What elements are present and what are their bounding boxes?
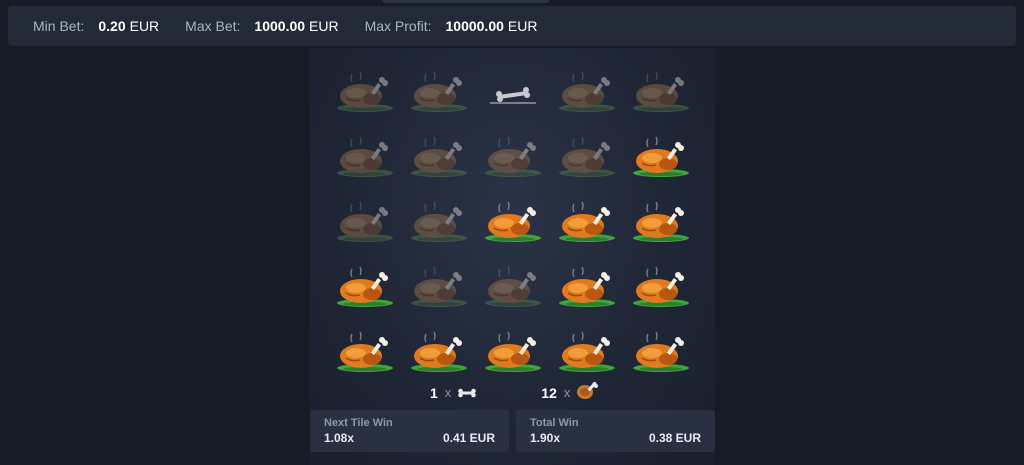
next-tile-win-card: Next Tile Win 1.08x 0.41 EUR bbox=[310, 410, 509, 452]
bet-limits-bar: Min Bet: 0.20 EUR Max Bet: 1000.00 EUR Max… bbox=[8, 6, 1016, 46]
chicken-icon bbox=[408, 133, 470, 179]
chicken-icon bbox=[334, 68, 396, 114]
game-board bbox=[328, 58, 697, 372]
next-tile-amount: 0.41 EUR bbox=[442, 431, 495, 445]
board-tile[interactable] bbox=[476, 318, 549, 383]
board-tile[interactable] bbox=[550, 188, 623, 253]
board-tile[interactable] bbox=[624, 253, 697, 318]
chicken-icon bbox=[556, 198, 618, 244]
chicken-icon bbox=[334, 328, 396, 374]
chicken-count-x: x bbox=[563, 385, 571, 400]
chicken-icon bbox=[408, 263, 470, 309]
board-tile[interactable] bbox=[402, 123, 475, 188]
min-bet: Min Bet: 0.20 EUR bbox=[33, 18, 159, 34]
board-tile[interactable] bbox=[402, 253, 475, 318]
bone-count: 1 bbox=[430, 384, 438, 401]
chicken-icon bbox=[334, 133, 396, 179]
bone-count-x: x bbox=[444, 385, 452, 400]
chicken-icon bbox=[482, 198, 544, 244]
total-win-multiplier: 1.90x bbox=[530, 431, 561, 445]
max-bet-value: 1000.00 bbox=[254, 18, 306, 34]
chicken-count: 12 bbox=[541, 384, 557, 401]
chicken-icon bbox=[630, 133, 692, 179]
max-profit-currency: EUR bbox=[507, 18, 538, 34]
board-tile[interactable] bbox=[624, 318, 697, 383]
chicken-icon bbox=[408, 328, 470, 374]
board-tile[interactable] bbox=[476, 123, 549, 188]
total-win-card: Total Win 1.90x 0.38 EUR bbox=[516, 410, 715, 452]
chicken-icon bbox=[556, 133, 618, 179]
board-tile[interactable] bbox=[550, 123, 623, 188]
chicken-icon bbox=[334, 263, 396, 309]
board-tile[interactable] bbox=[402, 318, 475, 383]
board-tile[interactable] bbox=[328, 58, 401, 123]
total-win-amount: 0.38 EUR bbox=[648, 431, 701, 445]
board-tile[interactable] bbox=[550, 253, 623, 318]
chicken-icon bbox=[482, 133, 544, 179]
board-tile[interactable] bbox=[402, 58, 475, 123]
board-tile[interactable] bbox=[476, 188, 549, 253]
chicken-icon bbox=[630, 68, 692, 114]
board-tile[interactable] bbox=[328, 253, 401, 318]
board-tile[interactable] bbox=[550, 58, 623, 123]
max-profit-label: Max Profit: bbox=[364, 18, 432, 34]
chicken-leg-icon bbox=[576, 381, 599, 404]
next-tile-multiplier: 1.08x bbox=[324, 431, 355, 445]
tile-counts: 1 x 12 x bbox=[430, 381, 599, 404]
next-tile-win-label: Next Tile Win bbox=[324, 417, 393, 429]
board-tile[interactable] bbox=[550, 318, 623, 383]
max-bet-label: Max Bet: bbox=[185, 18, 241, 34]
total-win-label: Total Win bbox=[530, 417, 579, 429]
min-bet-value: 0.20 bbox=[98, 18, 126, 34]
chicken-count-group: 12 x bbox=[541, 381, 599, 404]
bone-icon bbox=[482, 68, 544, 114]
board-tile[interactable] bbox=[624, 58, 697, 123]
board-tile[interactable] bbox=[328, 318, 401, 383]
max-profit: Max Profit: 10000.00 EUR bbox=[365, 18, 538, 34]
chicken-icon bbox=[408, 198, 470, 244]
board-tile[interactable] bbox=[476, 58, 549, 123]
board-tile[interactable] bbox=[624, 123, 697, 188]
board-tile[interactable] bbox=[328, 188, 401, 253]
chicken-icon bbox=[556, 328, 618, 374]
chicken-icon bbox=[482, 263, 544, 309]
chicken-icon bbox=[334, 198, 396, 244]
chicken-icon bbox=[630, 198, 692, 244]
board-tile[interactable] bbox=[328, 123, 401, 188]
bone-icon bbox=[457, 385, 477, 401]
max-profit-value: 10000.00 bbox=[445, 18, 504, 34]
board-tile[interactable] bbox=[402, 188, 475, 253]
min-bet-label: Min Bet: bbox=[33, 18, 85, 34]
top-notch bbox=[382, 0, 550, 3]
chicken-icon bbox=[630, 263, 692, 309]
chicken-icon bbox=[630, 328, 692, 374]
min-bet-currency: EUR bbox=[129, 18, 160, 34]
chicken-icon bbox=[482, 328, 544, 374]
max-bet: Max Bet: 1000.00 EUR bbox=[185, 18, 338, 34]
max-bet-currency: EUR bbox=[309, 18, 339, 34]
board-tile[interactable] bbox=[624, 188, 697, 253]
board-tile[interactable] bbox=[476, 253, 549, 318]
chicken-icon bbox=[556, 263, 618, 309]
chicken-icon bbox=[556, 68, 618, 114]
chicken-icon bbox=[408, 68, 470, 114]
